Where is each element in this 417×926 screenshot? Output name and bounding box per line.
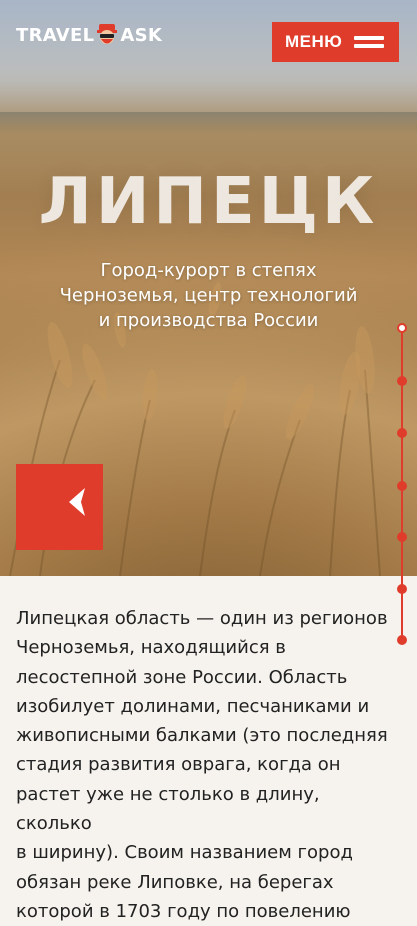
- subtitle-line: Город-курорт в степях: [100, 260, 317, 281]
- hamburger-icon: [354, 33, 385, 51]
- article-body: Липецкая область — один из регионов Черн…: [16, 604, 388, 926]
- timeline-dot-7[interactable]: [397, 635, 407, 645]
- chevron-left-icon: [69, 488, 85, 516]
- logo-text-left: TRAVEL: [16, 24, 95, 46]
- subtitle-line: Черноземья, центр технологий: [59, 285, 358, 306]
- article-line: стадия развития оврага, когда он: [16, 754, 341, 776]
- article-line: в ширину). Своим названием город: [16, 842, 353, 864]
- timeline-dot-2[interactable]: [397, 376, 407, 386]
- article-line: которой в 1703 году по повелению: [16, 900, 351, 922]
- article-line: растет уже не столько в длину, сколько: [16, 783, 320, 835]
- logo-text-right: ASK: [120, 24, 163, 46]
- page-title: ЛИПЕЦК: [38, 165, 379, 239]
- timeline-dot-4[interactable]: [397, 481, 407, 491]
- menu-button-label: МЕНЮ: [285, 32, 343, 51]
- hero-subtitle: Город-курорт в степях Черноземья, центр …: [30, 258, 387, 333]
- hero-banner: TRAVEL ASK МЕНЮ ЛИПЕЦК Город-курорт в ст…: [0, 0, 417, 576]
- article-line: живописными балками (это последняя: [16, 725, 388, 747]
- article-line: лесостепной зоне России. Область: [16, 666, 348, 688]
- mascot-logo-icon: [97, 24, 118, 44]
- timeline-dot-3[interactable]: [397, 428, 407, 438]
- article-line: изобилует долинами, песчаниками и: [16, 695, 370, 717]
- timeline-dot-6[interactable]: [397, 584, 407, 594]
- timeline-dot-1[interactable]: [397, 323, 407, 333]
- article-line: Липецкая область — один из регионов: [16, 608, 388, 629]
- section-timeline: [393, 320, 411, 675]
- previous-slide-button[interactable]: [16, 464, 103, 550]
- site-logo[interactable]: TRAVEL ASK: [16, 22, 162, 48]
- menu-button[interactable]: МЕНЮ: [272, 22, 399, 62]
- timeline-dot-5[interactable]: [397, 532, 407, 542]
- subtitle-line: и производства России: [98, 310, 319, 331]
- article-line: обязан реке Липовке, на берегах: [16, 871, 334, 893]
- article-line: Черноземья, находящийся в: [16, 637, 286, 659]
